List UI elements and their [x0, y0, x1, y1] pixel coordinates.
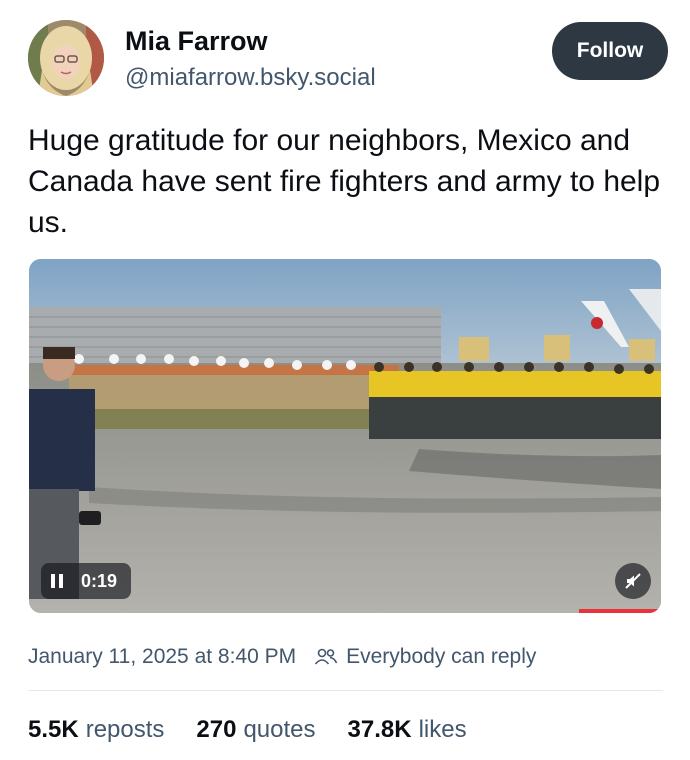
- video-player[interactable]: 0:19: [29, 259, 661, 613]
- reposts-count: 5.5K: [28, 716, 79, 743]
- quotes-stat[interactable]: 270 quotes: [196, 716, 315, 744]
- pause-icon[interactable]: [41, 563, 73, 599]
- follow-button[interactable]: Follow: [552, 22, 668, 80]
- playback-controls: 0:19: [41, 563, 132, 599]
- quotes-label: quotes: [243, 716, 316, 743]
- divider: [28, 690, 663, 691]
- reposts-label: reposts: [85, 716, 165, 743]
- author-display-name[interactable]: Mia Farrow: [125, 26, 268, 57]
- likes-stat[interactable]: 37.8K likes: [348, 716, 467, 744]
- avatar[interactable]: [28, 20, 104, 96]
- likes-label: likes: [418, 716, 467, 743]
- quotes-count: 270: [196, 716, 237, 743]
- post-timestamp[interactable]: January 11, 2025 at 8:40 PM: [28, 645, 296, 669]
- video-frame: [29, 259, 661, 613]
- engagement-stats: 5.5K reposts 270 quotes 37.8K likes: [28, 713, 499, 747]
- post-header: Mia Farrow @miafarrow.bsky.social Follow: [28, 18, 668, 98]
- author-handle[interactable]: @miafarrow.bsky.social: [125, 64, 376, 92]
- muted-speaker-icon[interactable]: [615, 563, 651, 599]
- video-time: 0:19: [73, 563, 132, 599]
- reply-setting: Everybody can reply: [346, 645, 537, 668]
- post-text: Huge gratitude for our neighbors, Mexico…: [28, 124, 661, 239]
- video-progress-fill: [578, 609, 661, 613]
- post-meta: January 11, 2025 at 8:40 PM Everybody ca…: [28, 642, 536, 672]
- video-progress-track[interactable]: [29, 609, 661, 613]
- reposts-stat[interactable]: 5.5K reposts: [28, 716, 164, 744]
- people-icon: [314, 647, 338, 667]
- likes-count: 37.8K: [347, 716, 412, 743]
- avatar-photo: [28, 20, 104, 96]
